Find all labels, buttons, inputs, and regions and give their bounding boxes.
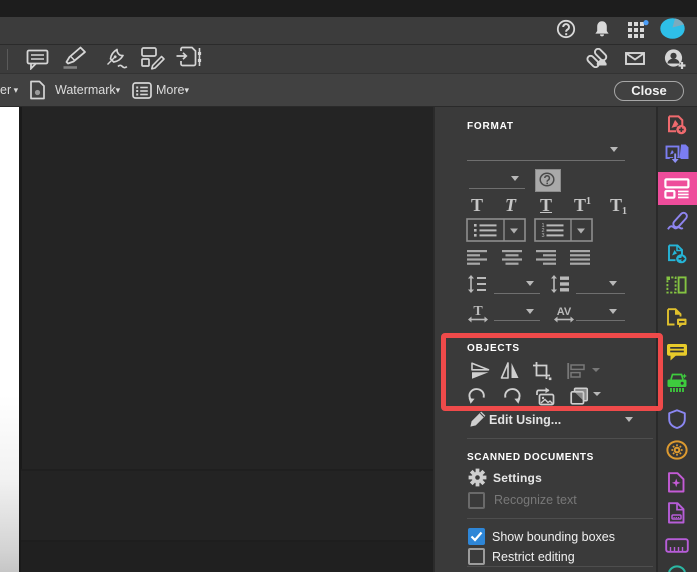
svg-text:AV: AV [557,306,572,318]
svg-text:3: 3 [542,233,545,239]
svg-text:T: T [473,304,483,319]
